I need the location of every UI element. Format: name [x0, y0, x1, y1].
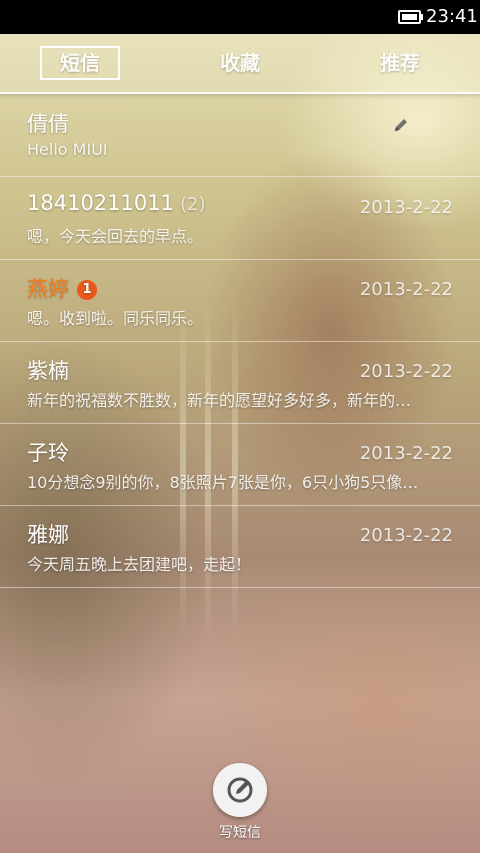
- message-preview: 嗯。收到啦。同乐同乐。: [27, 309, 204, 328]
- contact-name-text: 燕婷: [27, 277, 69, 301]
- message-date: 2013-2-22: [359, 361, 453, 382]
- conversation-item[interactable]: 倩倩 Hello MIUI: [0, 94, 480, 177]
- contact-name: 子玲: [27, 441, 69, 465]
- tab-bar: 短信 收藏 推荐: [0, 34, 480, 94]
- conversation-item[interactable]: 紫楠 2013-2-22 新年的祝福数不胜数，新年的愿望好多好多，新年的…: [0, 341, 480, 424]
- contact-name: 雅娜: [27, 523, 69, 547]
- tab-messages[interactable]: 短信: [40, 46, 120, 80]
- message-date: 2013-2-22: [359, 197, 453, 218]
- compose-label: 写短信: [219, 825, 261, 841]
- status-clock: 23:41: [426, 6, 478, 27]
- compose-icon: [227, 777, 253, 803]
- conversation-item[interactable]: 雅娜 2013-2-22 今天周五晚上去团建吧，走起！: [0, 505, 480, 588]
- compose-button[interactable]: [213, 763, 267, 817]
- contact-name: 紫楠: [27, 359, 69, 383]
- pencil-icon: [395, 119, 407, 131]
- message-preview: 新年的祝福数不胜数，新年的愿望好多好多，新年的…: [27, 391, 412, 410]
- status-bar: 23:41: [0, 0, 480, 34]
- battery-icon-tip: [421, 14, 423, 20]
- message-date: 2013-2-22: [359, 525, 453, 546]
- message-preview: 嗯，今天会回去的早点。: [27, 227, 204, 246]
- tab-recommended[interactable]: 推荐: [360, 46, 440, 80]
- message-count: (2): [179, 194, 206, 215]
- conversation-item[interactable]: 子玲 2013-2-22 10分想念9别的你，8张照片7张是你，6只小狗5只像…: [0, 423, 480, 506]
- contact-name-text: 18410211011: [27, 191, 174, 215]
- contact-name: 18410211011 (2): [27, 191, 205, 215]
- message-preview: 10分想念9别的你，8张照片7张是你，6只小狗5只像…: [27, 473, 419, 492]
- unread-badge: 1: [77, 280, 97, 300]
- conversation-item[interactable]: 18410211011 (2) 2013-2-22 嗯，今天会回去的早点。: [0, 177, 480, 260]
- message-preview: Hello MIUI: [27, 140, 108, 159]
- contact-name: 倩倩: [27, 112, 69, 136]
- contact-name: 燕婷 1: [27, 273, 97, 303]
- battery-icon: [398, 10, 421, 24]
- message-date: 2013-2-22: [359, 443, 453, 464]
- message-date: 2013-2-22: [359, 279, 453, 300]
- message-preview: 今天周五晚上去团建吧，走起！: [27, 555, 252, 574]
- tab-favorites[interactable]: 收藏: [200, 46, 280, 80]
- conversation-item[interactable]: 燕婷 1 2013-2-22 嗯。收到啦。同乐同乐。: [0, 259, 480, 342]
